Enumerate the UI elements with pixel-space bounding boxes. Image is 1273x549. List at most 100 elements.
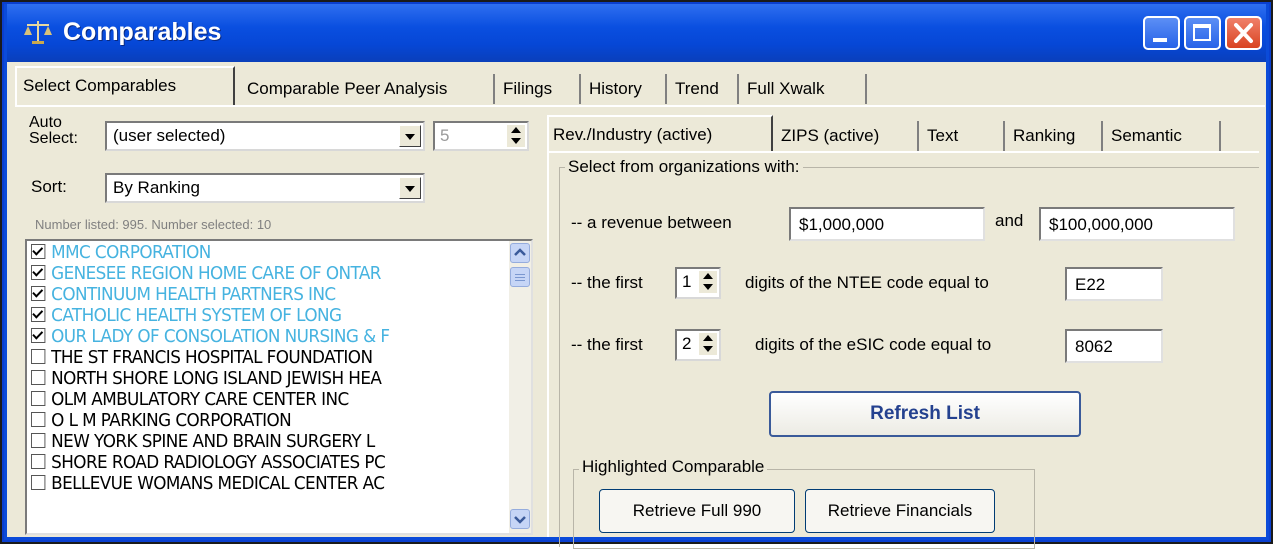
tab-filings[interactable]: Filings — [497, 74, 581, 104]
close-icon — [1234, 23, 1253, 43]
auto-select-label: Auto Select: — [29, 115, 78, 147]
tab-label: Select Comparables — [23, 76, 177, 95]
sort-value: By Ranking — [113, 178, 200, 197]
spinner-arrows-icon[interactable] — [699, 333, 717, 355]
comparables-list[interactable]: MMC CORPORATION GENESEE REGION HOME CARE… — [25, 239, 533, 535]
rev-industry-pane: Select from organizations with: -- a rev… — [547, 151, 1259, 549]
ntee-code-field[interactable]: E22 — [1065, 267, 1163, 301]
close-button[interactable] — [1225, 16, 1262, 50]
maximize-button[interactable] — [1184, 16, 1221, 50]
list-item[interactable]: BELLEVUE WOMANS MEDICAL CENTER AC — [31, 474, 385, 494]
selection-count-info: Number listed: 995. Number selected: 10 — [35, 217, 272, 232]
tab-zips[interactable]: ZIPS (active) — [777, 121, 919, 151]
list-item[interactable]: CATHOLIC HEALTH SYSTEM OF LONG — [31, 306, 342, 326]
list-item[interactable]: GENESEE REGION HOME CARE OF ONTAR — [31, 264, 381, 284]
list-item[interactable]: CONTINUUM HEALTH PARTNERS INC — [31, 285, 336, 305]
checkbox[interactable] — [31, 349, 46, 364]
select-comparables-pane: Auto Select: (user selected) 5 Sort: By … — [15, 105, 1265, 549]
scroll-up-button[interactable] — [510, 243, 530, 263]
retrieve-financials-button[interactable]: Retrieve Financials — [805, 489, 995, 533]
sort-dropdown[interactable]: By Ranking — [105, 173, 425, 203]
esic-digits-value: 2 — [682, 334, 692, 353]
esic-code-field[interactable]: 8062 — [1065, 329, 1163, 363]
checkbox[interactable] — [31, 265, 46, 280]
tab-label: Ranking — [1013, 126, 1076, 145]
comparables-window: Comparables Select Comparables Comparabl… — [4, 4, 1269, 549]
tab-full-xwalk[interactable]: Full Xwalk — [741, 74, 867, 104]
list-item-label: GENESEE REGION HOME CARE OF ONTAR — [51, 264, 381, 284]
sub-tab-bar: Rev./Industry (active) ZIPS (active) Tex… — [547, 115, 1247, 153]
list-item[interactable]: NORTH SHORE LONG ISLAND JEWISH HEA — [31, 369, 382, 389]
sort-label: Sort: — [31, 177, 67, 196]
list-item[interactable]: SHORE ROAD RADIOLOGY ASSOCIATES PC — [31, 453, 386, 473]
and-label: and — [995, 211, 1024, 230]
auto-count-spinner[interactable]: 5 — [433, 121, 529, 151]
checkbox[interactable] — [31, 475, 46, 490]
list-item[interactable]: THE ST FRANCIS HOSPITAL FOUNDATION — [31, 348, 373, 368]
checkbox[interactable] — [31, 328, 46, 343]
esic-suffix-label: digits of the eSIC code equal to — [755, 335, 992, 354]
tab-trend[interactable]: Trend — [669, 74, 739, 104]
ntee-digits-spinner[interactable]: 1 — [675, 267, 721, 299]
tab-label: Text — [927, 126, 959, 145]
list-item-label: BELLEVUE WOMANS MEDICAL CENTER AC — [51, 474, 385, 494]
tab-select-comparables[interactable]: Select Comparables — [15, 66, 235, 106]
tab-history[interactable]: History — [583, 74, 667, 104]
title-bar[interactable]: Comparables — [7, 4, 1266, 62]
tab-rev-industry[interactable]: Rev./Industry (active) — [547, 115, 773, 153]
ntee-digits-value: 1 — [682, 272, 692, 291]
list-item-label: SHORE ROAD RADIOLOGY ASSOCIATES PC — [51, 453, 386, 473]
tab-text[interactable]: Text — [923, 121, 1005, 151]
list-item[interactable]: MMC CORPORATION — [31, 243, 211, 263]
auto-select-value: (user selected) — [113, 126, 226, 145]
tab-ranking[interactable]: Ranking — [1009, 121, 1103, 151]
revenue-min-value: $1,000,000 — [799, 215, 885, 234]
list-scrollbar[interactable] — [509, 241, 531, 533]
list-item[interactable]: NEW YORK SPINE AND BRAIN SURGERY L — [31, 432, 375, 452]
ntee-prefix-label: -- the first — [571, 273, 643, 292]
esic-digits-spinner[interactable]: 2 — [675, 329, 721, 361]
list-item-label: OUR LADY OF CONSOLATION NURSING & F — [51, 327, 390, 347]
tab-label: Trend — [675, 79, 719, 98]
list-item-label: O L M PARKING CORPORATION — [51, 411, 292, 431]
checkbox[interactable] — [31, 454, 46, 469]
scroll-down-button[interactable] — [510, 509, 530, 529]
spinner-arrows-icon[interactable] — [507, 125, 525, 147]
retrieve-full-990-button[interactable]: Retrieve Full 990 — [599, 489, 795, 533]
esic-prefix-label: -- the first — [571, 335, 643, 354]
main-tab-bar: Select Comparables Comparable Peer Analy… — [15, 66, 1265, 106]
filter-group-title: Select from organizations with: — [565, 157, 803, 177]
revenue-max-field[interactable]: $100,000,000 — [1039, 207, 1235, 241]
auto-count-value: 5 — [440, 126, 450, 145]
checkbox[interactable] — [31, 391, 46, 406]
auto-label-line2: Select: — [29, 130, 78, 147]
list-item[interactable]: OUR LADY OF CONSOLATION NURSING & F — [31, 327, 390, 347]
revenue-min-field[interactable]: $1,000,000 — [789, 207, 985, 241]
screenshot-frame: Comparables Select Comparables Comparabl… — [0, 0, 1273, 549]
list-item-label: OLM AMBULATORY CARE CENTER INC — [51, 390, 349, 410]
checkbox[interactable] — [31, 307, 46, 322]
scroll-thumb[interactable] — [510, 267, 530, 287]
spinner-arrows-icon[interactable] — [699, 271, 717, 293]
highlighted-group-title: Highlighted Comparable — [579, 457, 768, 477]
chevron-down-icon[interactable] — [399, 125, 421, 147]
ntee-code-value: E22 — [1075, 275, 1106, 294]
checkbox[interactable] — [31, 433, 46, 448]
checkbox[interactable] — [31, 412, 46, 427]
refresh-list-button[interactable]: Refresh List — [769, 391, 1081, 437]
checkbox[interactable] — [31, 244, 46, 259]
list-item-label: NORTH SHORE LONG ISLAND JEWISH HEA — [51, 369, 382, 389]
list-item-label: NEW YORK SPINE AND BRAIN SURGERY L — [51, 432, 375, 452]
list-item[interactable]: OLM AMBULATORY CARE CENTER INC — [31, 390, 349, 410]
auto-select-dropdown[interactable]: (user selected) — [105, 121, 425, 151]
list-item-label: CATHOLIC HEALTH SYSTEM OF LONG — [51, 306, 342, 326]
minimize-button[interactable] — [1143, 16, 1180, 50]
chevron-down-icon[interactable] — [399, 177, 421, 199]
list-item[interactable]: O L M PARKING CORPORATION — [31, 411, 292, 431]
checkbox[interactable] — [31, 286, 46, 301]
tab-comparable-peer-analysis[interactable]: Comparable Peer Analysis — [241, 74, 495, 104]
tab-semantic[interactable]: Semantic — [1107, 121, 1221, 151]
checkbox[interactable] — [31, 370, 46, 385]
tab-label: Full Xwalk — [747, 79, 825, 98]
tab-label: History — [589, 79, 642, 98]
